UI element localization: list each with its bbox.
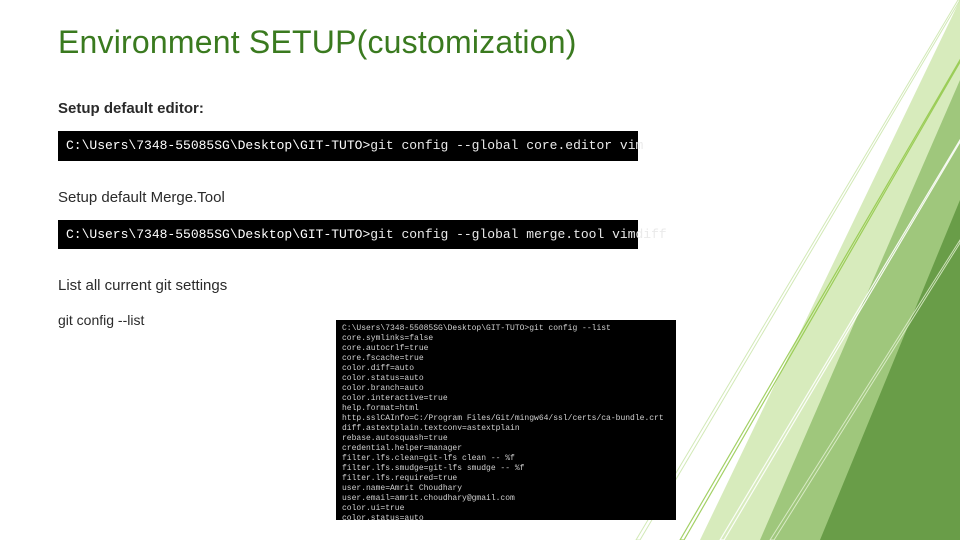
terminal-mergetool: C:\Users\7348-55085SG\Desktop\GIT-TUTO>g…: [58, 220, 638, 250]
terminal-prompt: C:\Users\7348-55085SG\Desktop\GIT-TUTO>: [66, 227, 370, 242]
terminal-prompt: C:\Users\7348-55085SG\Desktop\GIT-TUTO>: [66, 138, 370, 153]
slide-content: Setup default editor: C:\Users\7348-5508…: [58, 100, 698, 328]
heading-list-settings: List all current git settings: [58, 277, 698, 294]
slide-title: Environment SETUP(customization): [58, 24, 577, 61]
slide: Environment SETUP(customization) Setup d…: [0, 0, 960, 540]
heading-merge-tool: Setup default Merge.Tool: [58, 189, 698, 206]
terminal-editor: C:\Users\7348-55085SG\Desktop\GIT-TUTO>g…: [58, 131, 638, 161]
terminal-command: git config --global core.editor vim: [370, 138, 643, 153]
terminal-command: git config --global merge.tool vimdiff: [370, 227, 666, 242]
terminal-config-list-output: C:\Users\7348-55085SG\Desktop\GIT-TUTO>g…: [336, 320, 676, 520]
heading-default-editor: Setup default editor:: [58, 100, 698, 117]
